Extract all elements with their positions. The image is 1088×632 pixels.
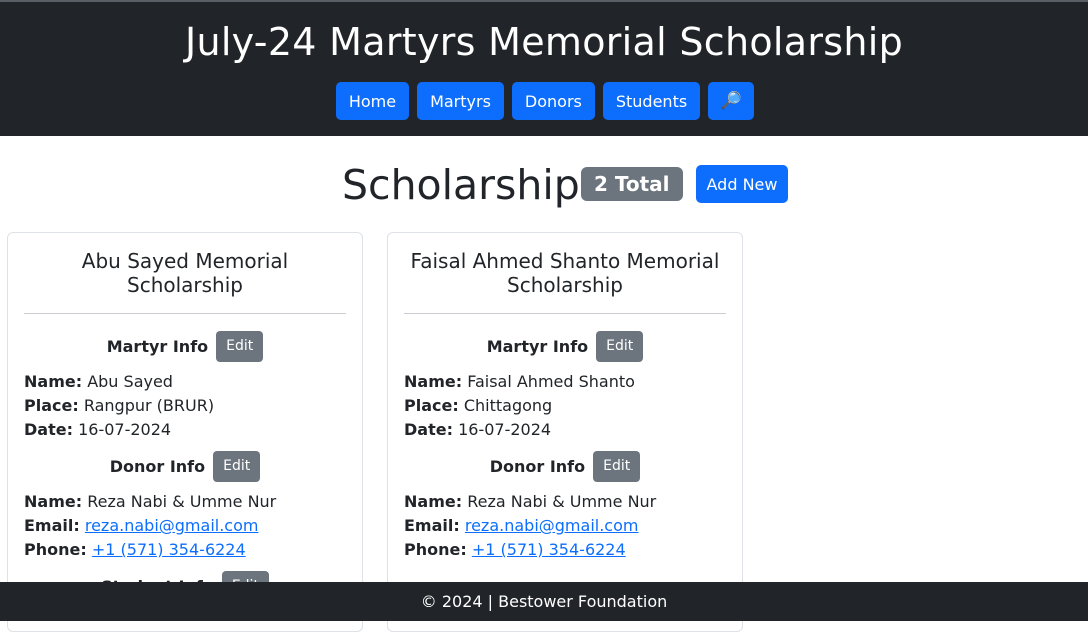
field-label: Phone:	[404, 540, 467, 559]
martyr-info-heading: Martyr Info Edit	[8, 330, 362, 362]
main-nav: Home Martyrs Donors Students 🔎	[0, 82, 1088, 120]
edit-martyr-button[interactable]: Edit	[216, 330, 264, 362]
donor-phone-link[interactable]: +1 (571) 354-6224	[92, 540, 246, 559]
donor-info-heading: Donor Info Edit	[8, 450, 362, 482]
field-label: Name:	[24, 492, 83, 511]
section-label: Donor Info	[109, 456, 206, 476]
donor-email-link[interactable]: reza.nabi@gmail.com	[85, 516, 259, 535]
search-icon: 🔎	[720, 91, 742, 111]
nav-martyrs-button[interactable]: Martyrs	[417, 82, 504, 120]
field-label: Name:	[24, 372, 83, 391]
page-heading-row: Scholarships 2 Total Add New	[0, 160, 1088, 210]
donor-email-link[interactable]: reza.nabi@gmail.com	[465, 516, 639, 535]
martyr-date: 16-07-2024	[458, 420, 552, 439]
field-label: Date:	[404, 420, 453, 439]
field-label: Email:	[404, 516, 460, 535]
section-label: Martyr Info	[106, 336, 209, 356]
martyr-info: Name: Faisal Ahmed Shanto Place: Chittag…	[404, 370, 726, 442]
page-title: Scholarships	[342, 161, 602, 209]
donor-phone-link[interactable]: +1 (571) 354-6224	[472, 540, 626, 559]
donor-name: Reza Nabi & Umme Nur	[87, 492, 277, 511]
martyr-place: Rangpur (BRUR)	[83, 396, 215, 415]
nav-donors-button[interactable]: Donors	[511, 82, 595, 120]
martyr-info-heading: Martyr Info Edit	[388, 330, 742, 362]
field-label: Email:	[24, 516, 80, 535]
scholarship-card: Abu Sayed Memorial Scholarship Martyr In…	[7, 232, 363, 632]
field-label: Place:	[404, 396, 459, 415]
edit-martyr-button[interactable]: Edit	[596, 330, 644, 362]
card-divider	[24, 313, 346, 314]
donor-info: Name: Reza Nabi & Umme Nur Email: reza.n…	[24, 490, 346, 562]
add-new-button[interactable]: Add New	[696, 165, 788, 203]
site-footer: © 2024 | Bestower Foundation	[0, 582, 1088, 621]
field-label: Date:	[24, 420, 73, 439]
nav-home-button[interactable]: Home	[335, 82, 410, 120]
card-title: Abu Sayed Memorial Scholarship	[81, 249, 289, 297]
scholarship-card: Faisal Ahmed Shanto Memorial Scholarship…	[387, 232, 743, 632]
martyr-info: Name: Abu Sayed Place: Rangpur (BRUR) Da…	[24, 370, 346, 442]
search-button[interactable]: 🔎	[708, 82, 755, 120]
martyr-name: Faisal Ahmed Shanto	[467, 372, 635, 391]
donor-info-heading: Donor Info Edit	[388, 450, 742, 482]
field-label: Place:	[24, 396, 79, 415]
donor-info: Name: Reza Nabi & Umme Nur Email: reza.n…	[404, 490, 726, 562]
section-label: Donor Info	[489, 456, 586, 476]
donor-name: Reza Nabi & Umme Nur	[467, 492, 657, 511]
field-label: Name:	[404, 492, 463, 511]
site-title: July-24 Martyrs Memorial Scholarship	[184, 20, 904, 64]
footer-text: © 2024 | Bestower Foundation	[420, 592, 668, 611]
martyr-date: 16-07-2024	[78, 420, 172, 439]
card-title: Faisal Ahmed Shanto Memorial Scholarship	[410, 249, 720, 297]
edit-donor-button[interactable]: Edit	[593, 450, 641, 482]
edit-donor-button[interactable]: Edit	[213, 450, 261, 482]
section-label: Martyr Info	[486, 336, 589, 356]
total-count-badge: 2 Total	[581, 167, 683, 201]
field-label: Name:	[404, 372, 463, 391]
nav-students-button[interactable]: Students	[602, 82, 701, 120]
site-header: July-24 Martyrs Memorial Scholarship Hom…	[0, 2, 1088, 136]
field-label: Phone:	[24, 540, 87, 559]
martyr-name: Abu Sayed	[87, 372, 173, 391]
martyr-place: Chittagong	[463, 396, 553, 415]
card-divider	[404, 313, 726, 314]
